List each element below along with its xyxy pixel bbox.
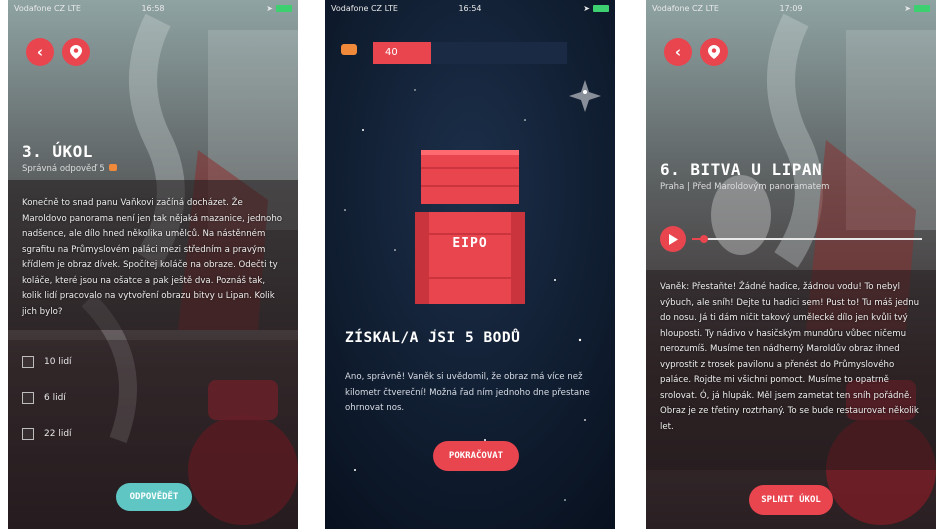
screen-task-question: Vodafone CZ LTE 16:58 ➤ ‹ 3. ÚKOL Správn… [8, 0, 298, 529]
play-icon [669, 233, 678, 245]
status-bar: Vodafone CZ LTE 16:54 ➤ [325, 0, 615, 18]
answer-button[interactable]: ODPOVĚDĚT [116, 483, 192, 511]
story-location: Praha | Před Maroldovým panoramatem [660, 182, 830, 192]
back-button[interactable]: ‹ [664, 38, 692, 66]
task-title: 3. ÚKOL [22, 142, 93, 161]
continue-button[interactable]: POKRAČOVAT [433, 441, 519, 471]
answer-option[interactable]: 6 lidí [22, 392, 66, 404]
complete-task-button[interactable]: SPLNIT ÚKOL [749, 485, 833, 515]
answer-option[interactable]: 22 lidí [22, 428, 72, 440]
status-bar: Vodafone CZ LTE 16:58 ➤ [8, 0, 298, 18]
screen-reward: Vodafone CZ LTE 16:54 ➤ 40 EIPO ZÍSKAL/A… [325, 0, 615, 529]
task-subtitle: Správná odpověď 5 [22, 164, 118, 174]
treasure-chest-icon [415, 150, 525, 304]
location-button[interactable] [700, 38, 728, 66]
status-bar: Vodafone CZ LTE 17:09 ➤ [646, 0, 936, 18]
audio-player [660, 226, 922, 252]
reward-heading: ZÍSKAL/A JSI 5 BODŮ [345, 330, 521, 346]
clock: 16:58 [141, 4, 165, 13]
illustration-background [646, 0, 936, 529]
coin-icon [109, 164, 118, 171]
battery-icon: ➤ [583, 0, 609, 18]
play-button[interactable] [660, 226, 686, 252]
score-progress-fill: 40 [373, 42, 432, 64]
screen-story: Vodafone CZ LTE 17:09 ➤ ‹ 6. BITVA U LIP… [646, 0, 936, 529]
task-description: Konečně to snad panu Vaňkovi začíná doch… [22, 198, 283, 317]
story-title: 6. BITVA U LIPAN [660, 160, 823, 179]
audio-progress-knob[interactable] [699, 235, 708, 243]
answer-option[interactable]: 10 lidí [22, 356, 72, 368]
clock: 17:09 [779, 4, 803, 13]
back-arrow-icon: ‹ [36, 43, 44, 61]
score-value: 40 [385, 47, 398, 58]
battery-icon: ➤ [904, 0, 930, 18]
location-pin-icon [70, 45, 82, 59]
location-pin-icon [708, 45, 720, 59]
location-button[interactable] [62, 38, 90, 66]
audio-progress-track[interactable] [692, 235, 922, 243]
battery-icon: ➤ [266, 0, 292, 18]
story-text: Vaněk: Přestaňte! Žádné hadice, žádnou v… [660, 282, 920, 432]
clock: 16:54 [458, 4, 482, 13]
checkbox[interactable] [22, 392, 34, 404]
back-arrow-icon: ‹ [674, 43, 682, 61]
reward-description: Ano, správně! Vaněk si uvědomil, že obra… [345, 372, 590, 413]
checkbox[interactable] [22, 428, 34, 440]
back-button[interactable]: ‹ [26, 38, 54, 66]
score-progress-bar: 40 [373, 42, 567, 64]
checkbox[interactable] [22, 356, 34, 368]
coin-icon [341, 44, 357, 55]
chest-label: EIPO [452, 236, 488, 251]
